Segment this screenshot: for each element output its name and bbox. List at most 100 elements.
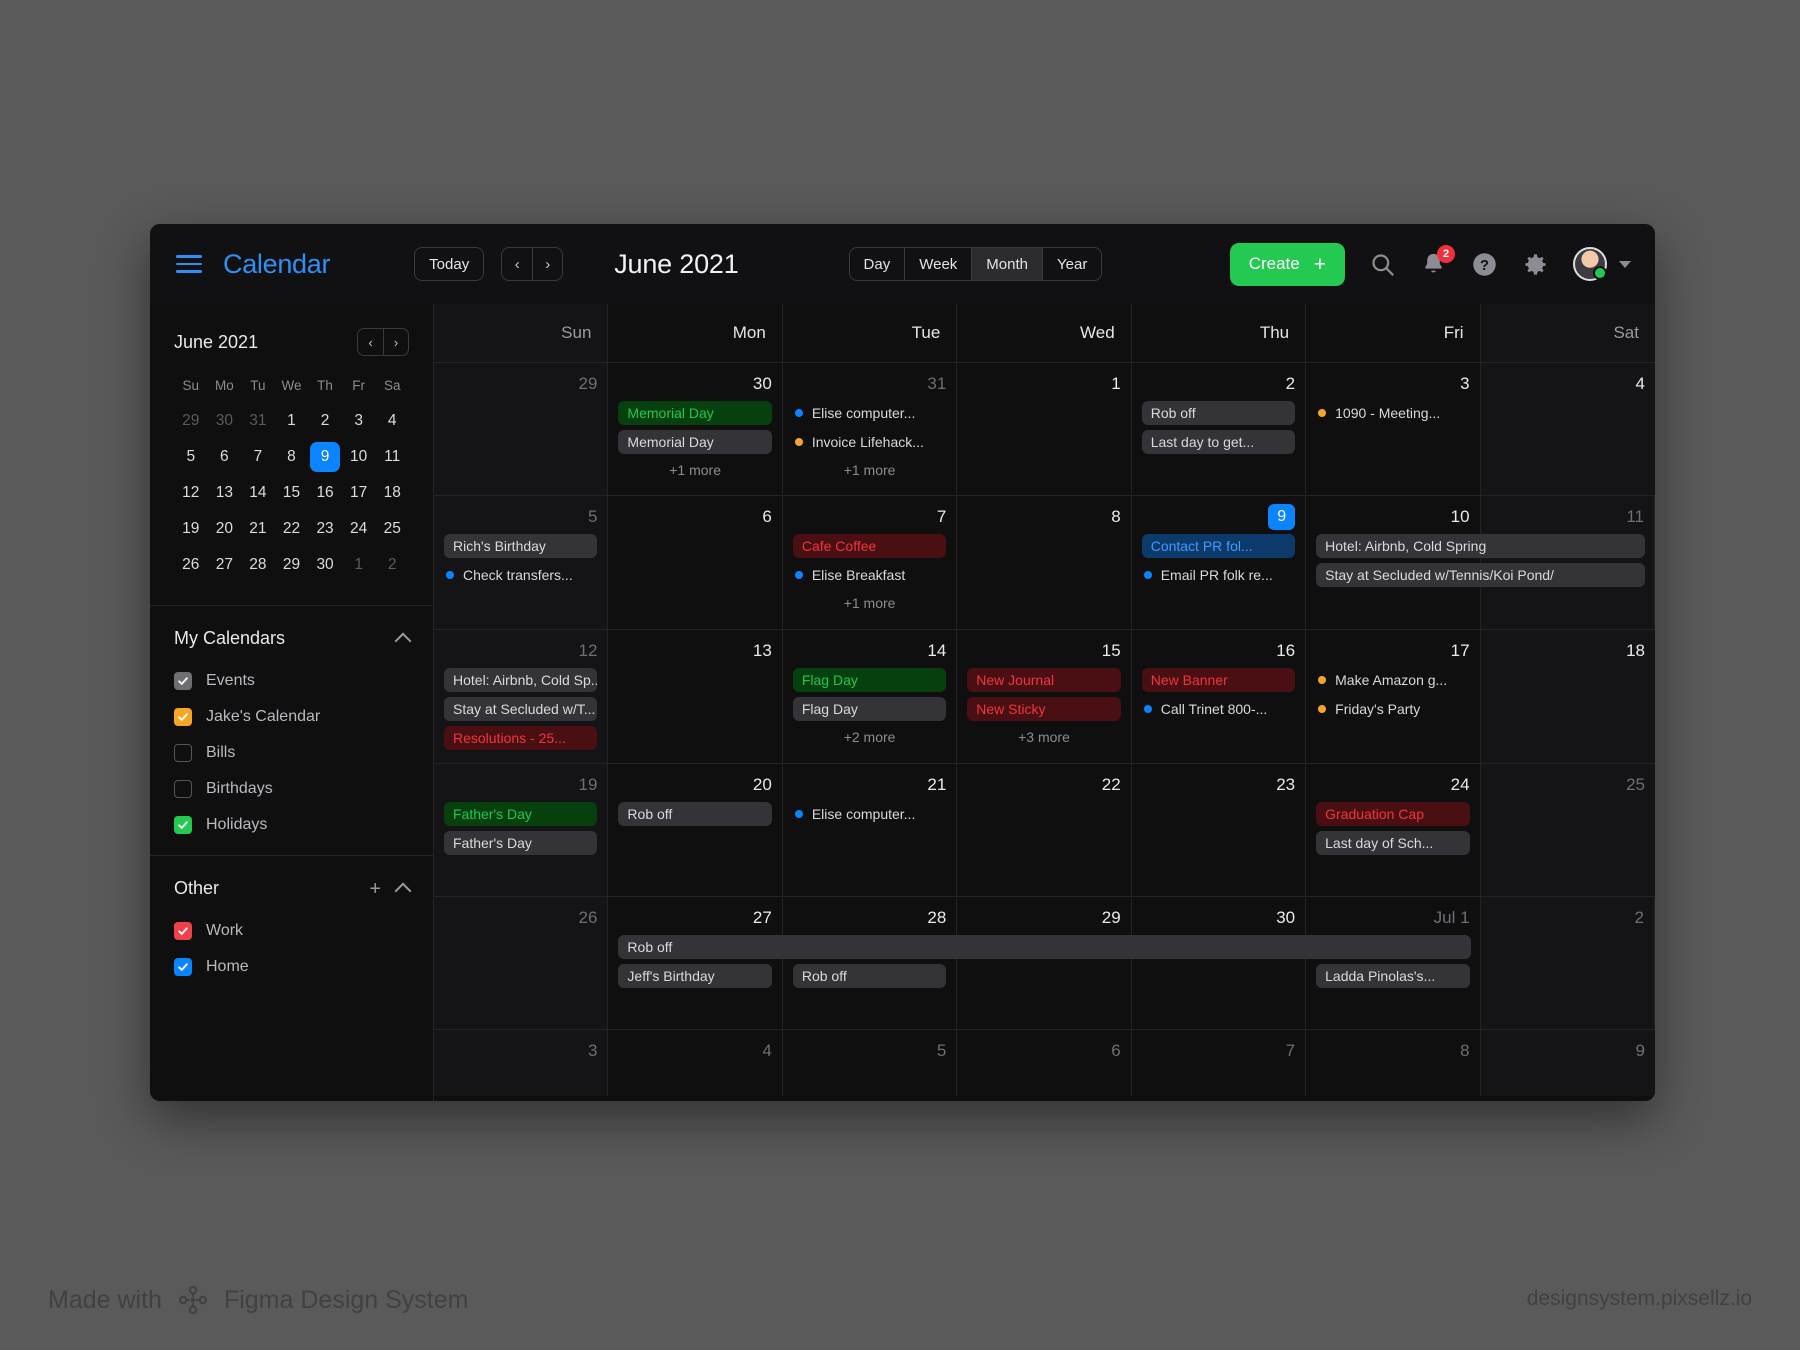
event-chip[interactable]: New Sticky <box>967 697 1121 721</box>
help-icon[interactable]: ? <box>1471 251 1498 278</box>
day-cell[interactable]: 22 <box>957 764 1132 896</box>
event-chip-span[interactable]: Hotel: Airbnb, Cold Spring <box>1316 534 1645 558</box>
day-cell[interactable]: 4 <box>608 1030 783 1096</box>
calendar-checkbox[interactable] <box>174 780 192 798</box>
mini-day-15[interactable]: 15 <box>275 475 309 511</box>
event-chip[interactable]: Last day to get... <box>1141 430 1296 454</box>
mini-day-19[interactable]: 19 <box>174 511 208 547</box>
day-cell[interactable]: 30 Memorial Day Memorial Day +1 more <box>608 363 783 495</box>
event-chip[interactable]: Elise computer... <box>793 401 946 425</box>
notifications-icon[interactable]: 2 <box>1420 244 1455 278</box>
mini-day-14[interactable]: 14 <box>241 475 275 511</box>
hamburger-menu-icon[interactable] <box>176 255 202 273</box>
day-cell[interactable]: 5 Rich's Birthday Check transfers... <box>434 496 609 629</box>
day-cell[interactable]: 2 <box>1480 897 1655 1029</box>
day-cell[interactable]: 6 <box>608 496 783 629</box>
day-cell[interactable]: 3 1090 - Meeting... <box>1306 363 1481 495</box>
calendar-checkbox[interactable] <box>174 922 192 940</box>
day-cell[interactable]: 28 Rob off <box>783 897 958 1029</box>
calendar-item-bills[interactable]: Bills <box>174 735 409 771</box>
event-chip[interactable]: Stay at Secluded w/T... <box>444 697 598 721</box>
event-chip[interactable]: Rich's Birthday <box>444 534 598 558</box>
calendar-checkbox[interactable] <box>174 744 192 762</box>
mini-day-2[interactable]: 2 <box>375 547 409 583</box>
mini-day-13[interactable]: 13 <box>208 475 242 511</box>
mini-day-28[interactable]: 28 <box>241 547 275 583</box>
mini-day-6[interactable]: 6 <box>208 439 242 475</box>
user-menu[interactable] <box>1573 247 1631 281</box>
day-cell[interactable]: 1 <box>957 363 1132 495</box>
mini-day-29[interactable]: 29 <box>174 403 208 439</box>
mini-day-21[interactable]: 21 <box>241 511 275 547</box>
day-cell[interactable]: 14 Flag Day Flag Day +2 more <box>783 630 958 763</box>
day-cell[interactable]: 29 <box>434 363 609 495</box>
day-cell[interactable]: 9 <box>1480 1030 1655 1096</box>
mini-day-18[interactable]: 18 <box>375 475 409 511</box>
day-cell[interactable]: 18 <box>1480 630 1655 763</box>
event-chip[interactable]: Memorial Day <box>618 430 772 454</box>
mini-day-27[interactable]: 27 <box>208 547 242 583</box>
mini-day-31[interactable]: 31 <box>241 403 275 439</box>
mini-day-22[interactable]: 22 <box>275 511 309 547</box>
mini-day-16[interactable]: 16 <box>308 475 342 511</box>
mini-day-1[interactable]: 1 <box>342 547 376 583</box>
day-cell[interactable]: 6 <box>957 1030 1132 1096</box>
create-button[interactable]: Create + <box>1229 242 1345 286</box>
view-tab-year[interactable]: Year <box>1042 248 1101 280</box>
event-chip[interactable]: Flag Day <box>792 668 947 692</box>
calendar-checkbox[interactable] <box>174 816 192 834</box>
day-cell[interactable]: 13 <box>608 630 783 763</box>
event-chip[interactable]: Check transfers... <box>444 563 597 587</box>
event-chip[interactable]: Invoice Lifehack... <box>793 430 946 454</box>
day-cell[interactable]: 23 <box>1132 764 1307 896</box>
settings-icon[interactable] <box>1522 251 1549 278</box>
calendar-item-work[interactable]: Work <box>174 913 409 949</box>
day-cell[interactable]: 25 <box>1480 764 1655 896</box>
event-chip-span[interactable]: Rob off <box>618 935 1471 959</box>
day-cell[interactable]: 17 Make Amazon g... Friday's Party <box>1306 630 1481 763</box>
day-cell[interactable]: 27 Jeff's Birthday <box>608 897 783 1029</box>
day-cell[interactable]: 20 Rob off <box>608 764 783 896</box>
event-chip[interactable]: Resolutions - 25... <box>444 726 598 750</box>
day-cell[interactable]: 2 Rob off Last day to get... <box>1132 363 1307 495</box>
mini-day-10[interactable]: 10 <box>342 439 376 475</box>
event-chip[interactable]: Rob off <box>618 802 772 826</box>
day-cell[interactable]: 19 Father's Day Father's Day <box>434 764 609 896</box>
event-chip[interactable]: Elise Breakfast <box>793 563 946 587</box>
mini-day-29[interactable]: 29 <box>275 547 309 583</box>
day-cell[interactable]: 21 Elise computer... <box>783 764 958 896</box>
day-cell[interactable]: 7 Cafe Coffee Elise Breakfast +1 more <box>783 496 958 629</box>
event-chip[interactable]: Last day of Sch... <box>1316 831 1470 855</box>
mini-day-9[interactable]: 9 <box>308 439 342 475</box>
day-cell[interactable]: 31 Elise computer... Invoice Lifehack... +1… <box>783 363 958 495</box>
day-cell[interactable]: 9 Contact PR fol... Email PR folk re... <box>1132 496 1307 629</box>
mini-day-11[interactable]: 11 <box>375 439 409 475</box>
event-chip[interactable]: Contact PR fol... <box>1141 534 1296 558</box>
day-cell[interactable]: 29 <box>957 897 1132 1029</box>
next-month-button[interactable]: › <box>532 248 562 280</box>
event-chip[interactable]: Hotel: Airbnb, Cold Sp... <box>444 668 598 692</box>
collapse-section-button[interactable] <box>394 881 412 899</box>
search-icon[interactable] <box>1369 251 1396 278</box>
event-chip[interactable]: New Journal <box>967 668 1121 692</box>
view-tab-week[interactable]: Week <box>904 248 971 280</box>
event-chip[interactable]: Flag Day <box>792 697 947 721</box>
calendar-checkbox[interactable] <box>174 672 192 690</box>
today-button[interactable]: Today <box>414 247 485 281</box>
mini-day-12[interactable]: 12 <box>174 475 208 511</box>
day-cell[interactable]: 8 <box>957 496 1132 629</box>
more-events-link[interactable]: +1 more <box>793 592 946 614</box>
day-cell[interactable]: 12 Hotel: Airbnb, Cold Sp... Stay at Seclu… <box>434 630 609 763</box>
event-chip[interactable]: Father's Day <box>444 802 598 826</box>
day-cell[interactable]: 15 New Journal New Sticky +3 more <box>957 630 1132 763</box>
calendar-item-events[interactable]: Events <box>174 663 409 699</box>
calendar-item-jake-s-calendar[interactable]: Jake's Calendar <box>174 699 409 735</box>
event-chip[interactable]: Elise computer... <box>793 802 946 826</box>
mini-day-20[interactable]: 20 <box>208 511 242 547</box>
event-chip[interactable]: Graduation Cap <box>1316 802 1470 826</box>
day-cell[interactable]: 3 <box>434 1030 609 1096</box>
event-chip[interactable]: New Banner <box>1141 668 1296 692</box>
day-cell[interactable]: Jul 1 Ladda Pinolas's... <box>1306 897 1481 1029</box>
mini-day-24[interactable]: 24 <box>342 511 376 547</box>
day-cell[interactable]: 26 <box>434 897 609 1029</box>
